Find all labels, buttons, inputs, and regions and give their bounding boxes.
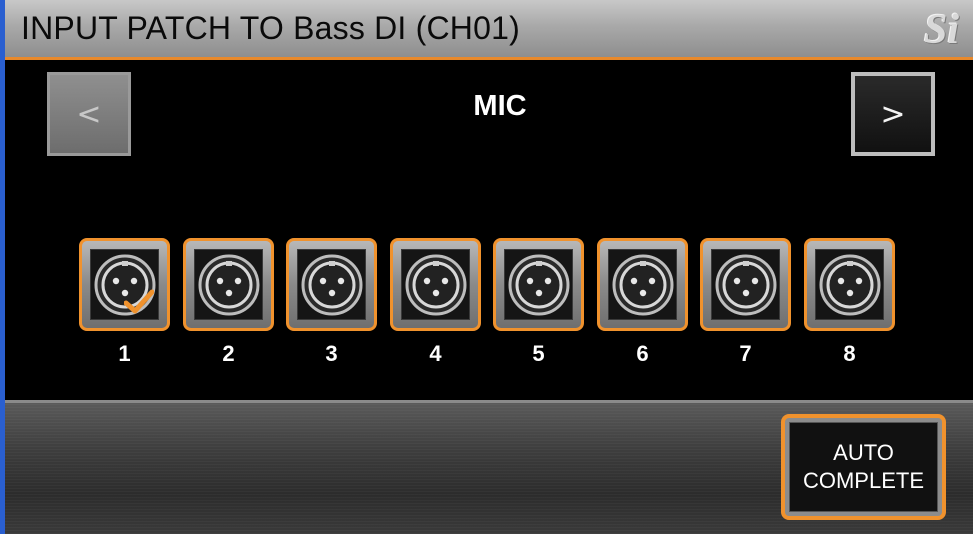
input-socket-1[interactable] [79,238,170,331]
socket-face [90,249,159,320]
socket-row: 1 2 3 4 5 6 7 8 [5,60,973,400]
auto-complete-line2: COMPLETE [802,468,925,493]
xlr-female-connector-icon [507,253,571,317]
footer-bar: AUTO COMPLETE [5,403,973,534]
xlr-female-connector-icon [197,253,261,317]
xlr-female-connector-icon [611,253,675,317]
input-socket-3[interactable] [286,238,377,331]
socket-face [504,249,573,320]
socket-number-label: 8 [843,341,856,366]
auto-complete-line1: AUTO [833,440,894,465]
socket-face [608,249,677,320]
socket-face [401,249,470,320]
input-socket-6[interactable] [597,238,688,331]
socket-number-label: 6 [636,341,649,366]
checkmark-icon [123,289,155,315]
socket-number-label: 2 [222,341,235,366]
socket-face [297,249,366,320]
socket-number-label: 7 [739,341,752,366]
page-title: INPUT PATCH TO Bass DI (CH01) [21,10,520,46]
socket-number-label: 1 [118,341,131,366]
input-socket-2[interactable] [183,238,274,331]
socket-face [194,249,263,320]
socket-number-label: 3 [325,341,338,366]
socket-face [711,249,780,320]
socket-number-label: 5 [532,341,545,366]
xlr-female-connector-icon [404,253,468,317]
xlr-female-connector-icon [300,253,364,317]
auto-complete-face: AUTO COMPLETE [789,422,938,512]
socket-face [815,249,884,320]
auto-complete-button[interactable]: AUTO COMPLETE [781,414,946,520]
title-bar: INPUT PATCH TO Bass DI (CH01) Si [5,0,973,60]
patch-panel: < MIC > 1 2 3 4 5 6 7 8 [5,60,973,400]
input-socket-5[interactable] [493,238,584,331]
input-socket-4[interactable] [390,238,481,331]
socket-number-label: 4 [429,341,442,366]
si-logo: Si [923,7,959,53]
xlr-female-connector-icon [818,253,882,317]
input-socket-8[interactable] [804,238,895,331]
input-socket-7[interactable] [700,238,791,331]
xlr-female-connector-icon [714,253,778,317]
